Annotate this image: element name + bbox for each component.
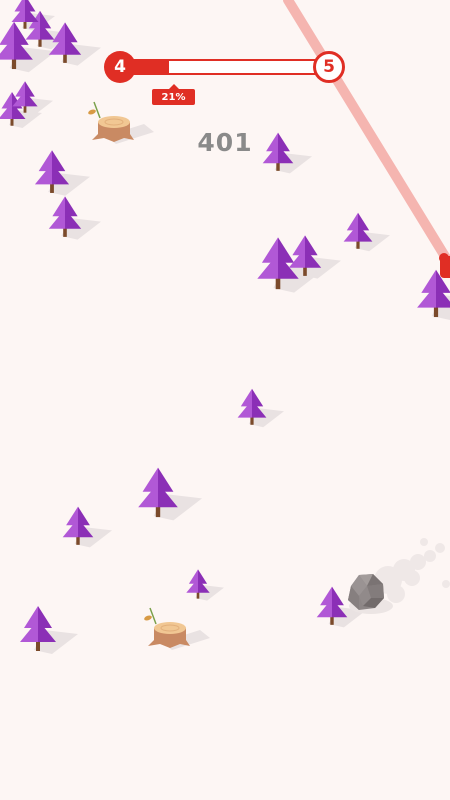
player-skier [439, 253, 450, 278]
dust-puff [435, 543, 445, 553]
dust-puff [387, 585, 405, 603]
snow-dust-trail [374, 538, 450, 603]
game-scene[interactable]: 4 5 21% 401 [0, 0, 450, 800]
tree-stump-icon [144, 607, 210, 650]
dust-puff [424, 550, 436, 562]
level-progress-bar [130, 59, 316, 75]
ski-trail [283, 0, 450, 263]
slope-field [0, 0, 450, 654]
next-level-badge: 5 [313, 51, 345, 83]
score-counter: 401 [197, 128, 253, 157]
stumps-layer [88, 101, 210, 650]
progress-percent-label: 21% [152, 84, 195, 105]
dust-puff [410, 554, 426, 570]
tree-stump-icon [88, 101, 154, 144]
dust-puff [404, 570, 420, 586]
tree-shadows [9, 13, 450, 654]
current-level-badge: 4 [104, 51, 136, 83]
trees-layer [0, 0, 450, 651]
dust-puff [442, 580, 450, 588]
dust-puff [420, 538, 428, 546]
